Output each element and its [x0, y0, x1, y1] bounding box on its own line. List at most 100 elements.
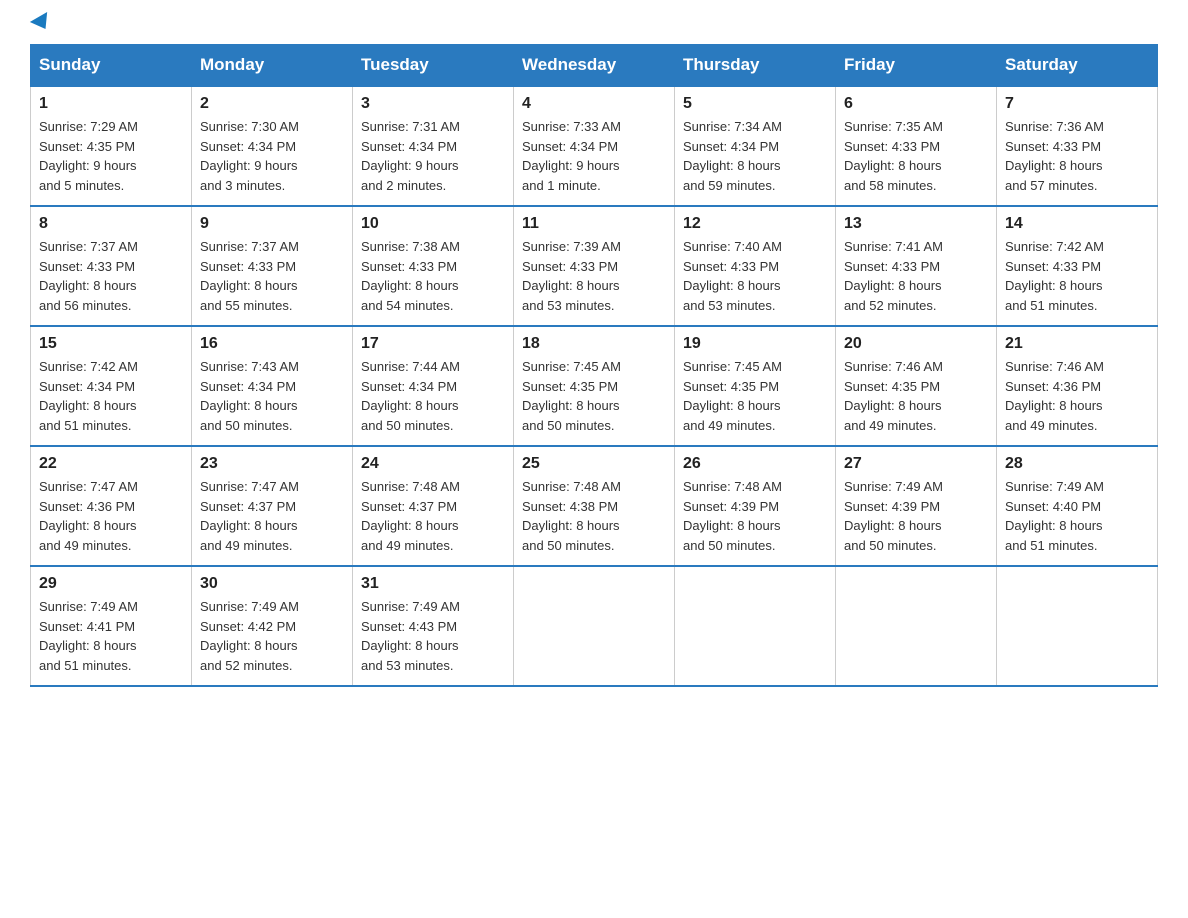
calendar-cell: 12 Sunrise: 7:40 AMSunset: 4:33 PMDayligh…: [675, 206, 836, 326]
day-info: Sunrise: 7:44 AMSunset: 4:34 PMDaylight:…: [361, 357, 505, 435]
col-header-sunday: Sunday: [31, 45, 192, 87]
day-number: 23: [200, 455, 344, 473]
calendar-cell: 27Sunrise: 7:49 AMSunset: 4:39 PMDayligh…: [836, 446, 997, 566]
day-info: Sunrise: 7:29 AMSunset: 4:35 PMDaylight:…: [39, 117, 183, 195]
calendar-cell: 13 Sunrise: 7:41 AMSunset: 4:33 PMDayligh…: [836, 206, 997, 326]
calendar-cell: 2 Sunrise: 7:30 AMSunset: 4:34 PMDaylight…: [192, 86, 353, 206]
day-number: 31: [361, 575, 505, 593]
day-info: Sunrise: 7:49 AMSunset: 4:42 PMDaylight:…: [200, 597, 344, 675]
day-info: Sunrise: 7:37 AMSunset: 4:33 PMDaylight:…: [39, 237, 183, 315]
day-number: 29: [39, 575, 183, 593]
logo: [30, 20, 52, 34]
day-number: 27: [844, 455, 988, 473]
calendar-cell: 25 Sunrise: 7:48 AMSunset: 4:38 PMDayligh…: [514, 446, 675, 566]
day-info: Sunrise: 7:30 AMSunset: 4:34 PMDaylight:…: [200, 117, 344, 195]
day-number: 1: [39, 95, 183, 113]
col-header-saturday: Saturday: [997, 45, 1158, 87]
calendar-cell: 29 Sunrise: 7:49 AMSunset: 4:41 PMDayligh…: [31, 566, 192, 686]
day-number: 16: [200, 335, 344, 353]
col-header-thursday: Thursday: [675, 45, 836, 87]
day-info: Sunrise: 7:49 AMSunset: 4:40 PMDaylight:…: [1005, 477, 1149, 555]
calendar-cell: 23 Sunrise: 7:47 AMSunset: 4:37 PMDayligh…: [192, 446, 353, 566]
day-number: 10: [361, 215, 505, 233]
week-row-5: 29 Sunrise: 7:49 AMSunset: 4:41 PMDayligh…: [31, 566, 1158, 686]
calendar-cell: 19 Sunrise: 7:45 AMSunset: 4:35 PMDayligh…: [675, 326, 836, 446]
day-info: Sunrise: 7:37 AMSunset: 4:33 PMDaylight:…: [200, 237, 344, 315]
day-info: Sunrise: 7:48 AMSunset: 4:37 PMDaylight:…: [361, 477, 505, 555]
calendar-cell: 11 Sunrise: 7:39 AMSunset: 4:33 PMDayligh…: [514, 206, 675, 326]
day-number: 5: [683, 95, 827, 113]
calendar-cell: 14Sunrise: 7:42 AMSunset: 4:33 PMDayligh…: [997, 206, 1158, 326]
col-header-monday: Monday: [192, 45, 353, 87]
day-number: 12: [683, 215, 827, 233]
day-number: 4: [522, 95, 666, 113]
day-number: 13: [844, 215, 988, 233]
col-header-friday: Friday: [836, 45, 997, 87]
day-info: Sunrise: 7:36 AMSunset: 4:33 PMDaylight:…: [1005, 117, 1149, 195]
calendar-cell: 21Sunrise: 7:46 AMSunset: 4:36 PMDayligh…: [997, 326, 1158, 446]
day-info: Sunrise: 7:39 AMSunset: 4:33 PMDaylight:…: [522, 237, 666, 315]
day-info: Sunrise: 7:40 AMSunset: 4:33 PMDaylight:…: [683, 237, 827, 315]
calendar-cell: [514, 566, 675, 686]
calendar-cell: 15Sunrise: 7:42 AMSunset: 4:34 PMDayligh…: [31, 326, 192, 446]
calendar-cell: [675, 566, 836, 686]
day-number: 30: [200, 575, 344, 593]
calendar-cell: 30 Sunrise: 7:49 AMSunset: 4:42 PMDayligh…: [192, 566, 353, 686]
col-header-wednesday: Wednesday: [514, 45, 675, 87]
day-number: 24: [361, 455, 505, 473]
day-number: 8: [39, 215, 183, 233]
calendar-cell: 10 Sunrise: 7:38 AMSunset: 4:33 PMDayligh…: [353, 206, 514, 326]
calendar-body: 1 Sunrise: 7:29 AMSunset: 4:35 PMDaylight…: [31, 86, 1158, 686]
day-info: Sunrise: 7:34 AMSunset: 4:34 PMDaylight:…: [683, 117, 827, 195]
calendar-cell: 16Sunrise: 7:43 AMSunset: 4:34 PMDayligh…: [192, 326, 353, 446]
day-info: Sunrise: 7:38 AMSunset: 4:33 PMDaylight:…: [361, 237, 505, 315]
calendar-cell: 8 Sunrise: 7:37 AMSunset: 4:33 PMDaylight…: [31, 206, 192, 326]
day-info: Sunrise: 7:49 AMSunset: 4:43 PMDaylight:…: [361, 597, 505, 675]
calendar-cell: 22Sunrise: 7:47 AMSunset: 4:36 PMDayligh…: [31, 446, 192, 566]
day-info: Sunrise: 7:42 AMSunset: 4:33 PMDaylight:…: [1005, 237, 1149, 315]
day-number: 9: [200, 215, 344, 233]
day-info: Sunrise: 7:46 AMSunset: 4:35 PMDaylight:…: [844, 357, 988, 435]
header-row: SundayMondayTuesdayWednesdayThursdayFrid…: [31, 45, 1158, 87]
day-number: 11: [522, 215, 666, 233]
calendar-cell: 6Sunrise: 7:35 AMSunset: 4:33 PMDaylight…: [836, 86, 997, 206]
day-info: Sunrise: 7:48 AMSunset: 4:38 PMDaylight:…: [522, 477, 666, 555]
day-number: 18: [522, 335, 666, 353]
day-info: Sunrise: 7:41 AMSunset: 4:33 PMDaylight:…: [844, 237, 988, 315]
day-number: 20: [844, 335, 988, 353]
calendar-cell: [997, 566, 1158, 686]
day-info: Sunrise: 7:46 AMSunset: 4:36 PMDaylight:…: [1005, 357, 1149, 435]
calendar-cell: 24 Sunrise: 7:48 AMSunset: 4:37 PMDayligh…: [353, 446, 514, 566]
day-info: Sunrise: 7:33 AMSunset: 4:34 PMDaylight:…: [522, 117, 666, 195]
calendar-cell: 4 Sunrise: 7:33 AMSunset: 4:34 PMDaylight…: [514, 86, 675, 206]
day-info: Sunrise: 7:45 AMSunset: 4:35 PMDaylight:…: [522, 357, 666, 435]
calendar-cell: 3Sunrise: 7:31 AMSunset: 4:34 PMDaylight…: [353, 86, 514, 206]
day-number: 7: [1005, 95, 1149, 113]
day-info: Sunrise: 7:47 AMSunset: 4:37 PMDaylight:…: [200, 477, 344, 555]
calendar-cell: 31 Sunrise: 7:49 AMSunset: 4:43 PMDayligh…: [353, 566, 514, 686]
day-number: 26: [683, 455, 827, 473]
calendar-table: SundayMondayTuesdayWednesdayThursdayFrid…: [30, 44, 1158, 687]
logo-triangle-icon: [30, 12, 54, 34]
calendar-cell: 7 Sunrise: 7:36 AMSunset: 4:33 PMDaylight…: [997, 86, 1158, 206]
week-row-2: 8 Sunrise: 7:37 AMSunset: 4:33 PMDaylight…: [31, 206, 1158, 326]
day-number: 3: [361, 95, 505, 113]
calendar-cell: [836, 566, 997, 686]
week-row-1: 1 Sunrise: 7:29 AMSunset: 4:35 PMDaylight…: [31, 86, 1158, 206]
day-number: 25: [522, 455, 666, 473]
calendar-header: SundayMondayTuesdayWednesdayThursdayFrid…: [31, 45, 1158, 87]
calendar-cell: 17Sunrise: 7:44 AMSunset: 4:34 PMDayligh…: [353, 326, 514, 446]
calendar-cell: 9 Sunrise: 7:37 AMSunset: 4:33 PMDaylight…: [192, 206, 353, 326]
calendar-cell: 18 Sunrise: 7:45 AMSunset: 4:35 PMDayligh…: [514, 326, 675, 446]
day-info: Sunrise: 7:48 AMSunset: 4:39 PMDaylight:…: [683, 477, 827, 555]
day-number: 19: [683, 335, 827, 353]
day-number: 2: [200, 95, 344, 113]
week-row-3: 15Sunrise: 7:42 AMSunset: 4:34 PMDayligh…: [31, 326, 1158, 446]
day-info: Sunrise: 7:45 AMSunset: 4:35 PMDaylight:…: [683, 357, 827, 435]
day-number: 15: [39, 335, 183, 353]
day-info: Sunrise: 7:35 AMSunset: 4:33 PMDaylight:…: [844, 117, 988, 195]
calendar-cell: 26 Sunrise: 7:48 AMSunset: 4:39 PMDayligh…: [675, 446, 836, 566]
day-info: Sunrise: 7:49 AMSunset: 4:41 PMDaylight:…: [39, 597, 183, 675]
week-row-4: 22Sunrise: 7:47 AMSunset: 4:36 PMDayligh…: [31, 446, 1158, 566]
calendar-cell: 20 Sunrise: 7:46 AMSunset: 4:35 PMDayligh…: [836, 326, 997, 446]
